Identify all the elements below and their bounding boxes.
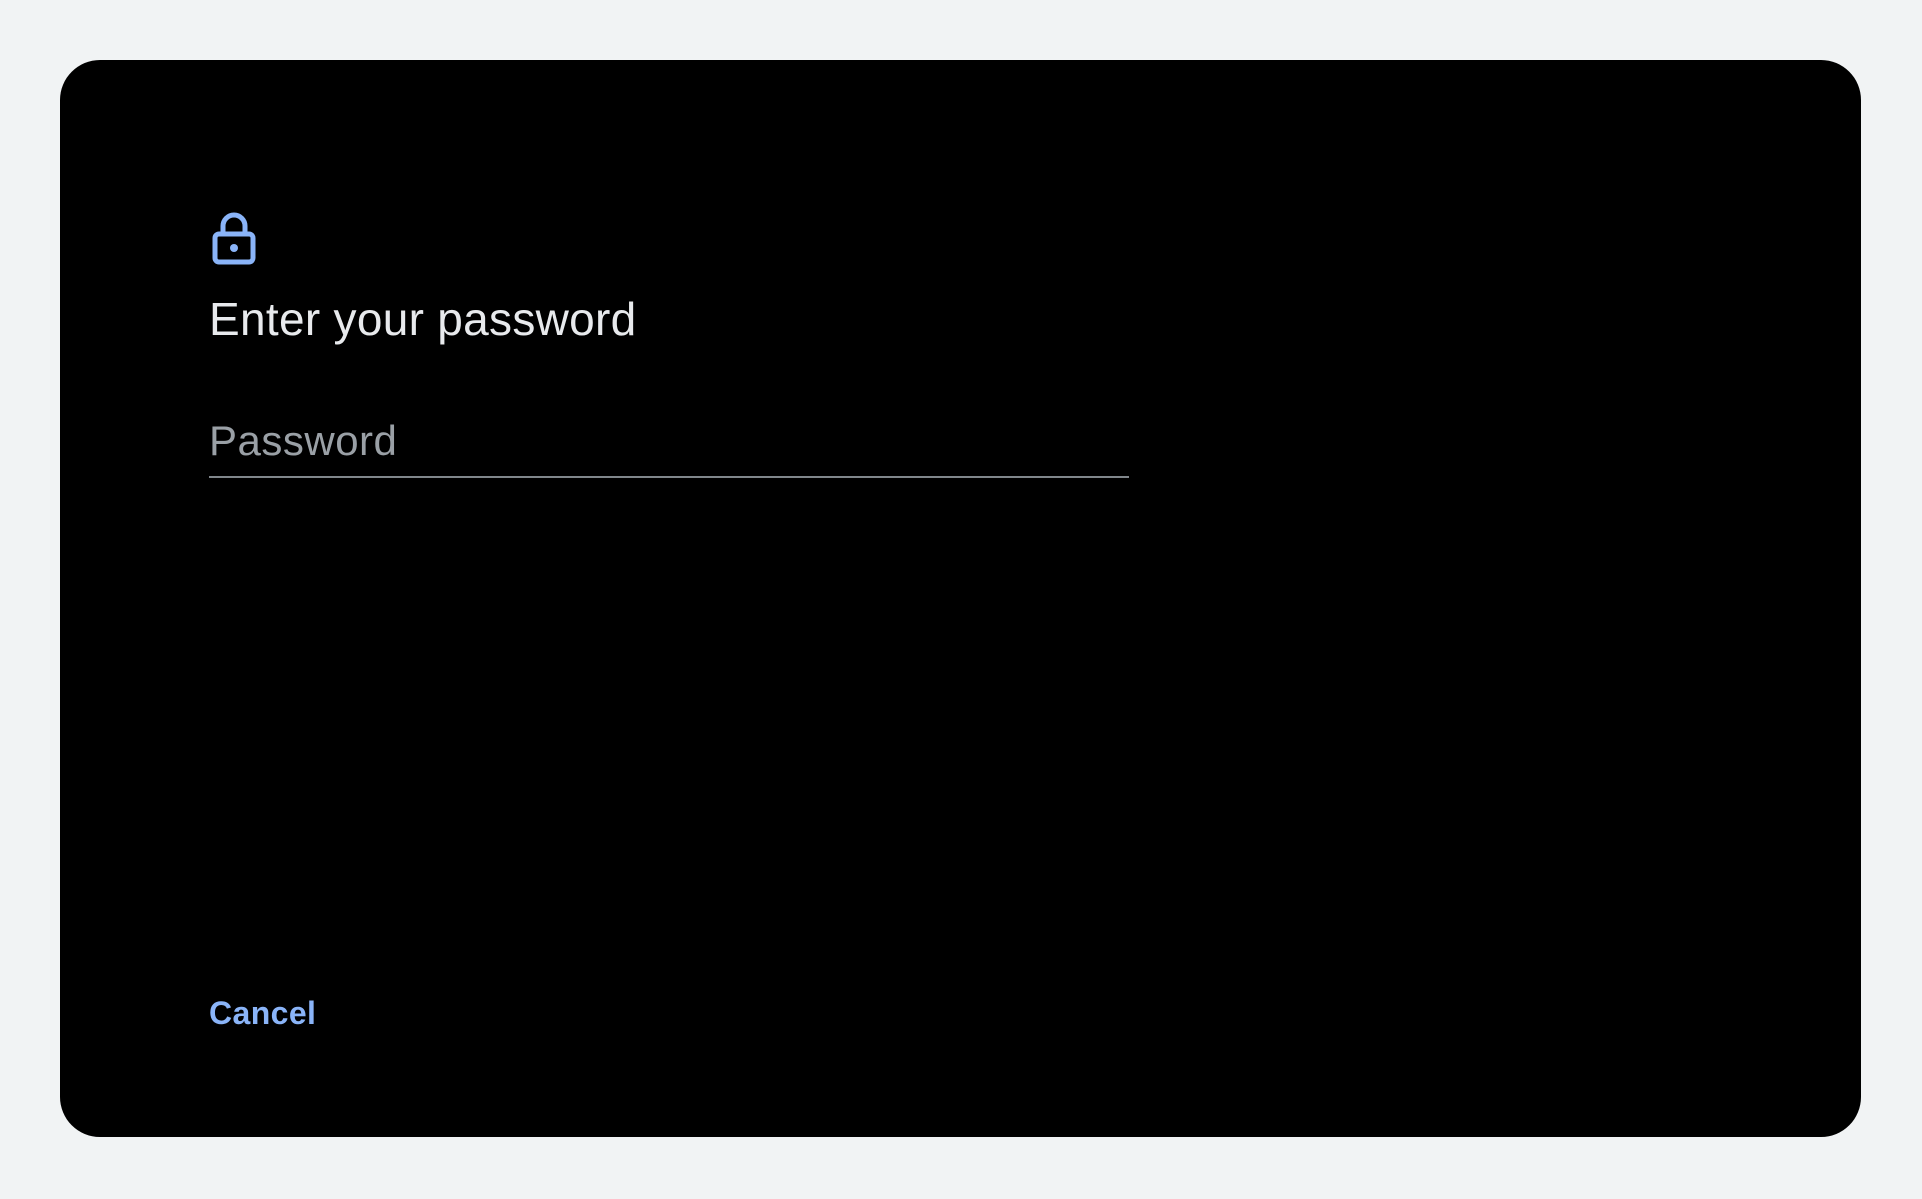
password-dialog: Enter your password Cancel: [60, 60, 1861, 1137]
lock-icon: [208, 210, 260, 266]
dialog-title: Enter your password: [209, 293, 637, 345]
password-field-container: [209, 412, 1129, 484]
cancel-button[interactable]: Cancel: [209, 995, 316, 1032]
screen: Enter your password Cancel: [0, 0, 1922, 1199]
password-input[interactable]: [209, 412, 1129, 478]
